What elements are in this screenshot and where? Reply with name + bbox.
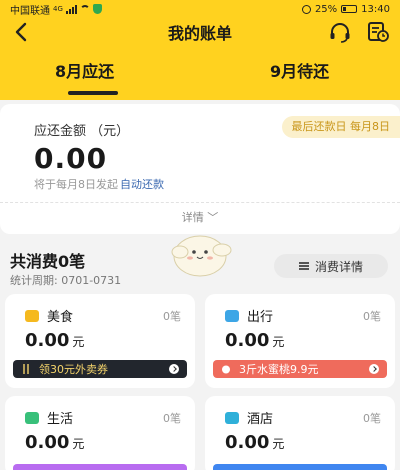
life-icon [25, 411, 39, 424]
category-amount: 0.00 元 [25, 330, 84, 351]
category-amount: 0.00 元 [25, 432, 84, 453]
active-tab-indicator [68, 91, 118, 95]
list-icon [298, 262, 309, 270]
category-amount-unit: 元 [72, 335, 85, 349]
battery-percent: 25% [314, 3, 338, 15]
category-name: 酒店 [247, 412, 274, 427]
chevron-right-icon [169, 364, 179, 374]
wifi-icon [79, 5, 90, 13]
category-card-food[interactable]: 美食 0笔 0.00 元 领30元外卖券 [5, 294, 195, 388]
category-name: 出行 [247, 310, 274, 325]
page-title: 我的账单 [167, 24, 232, 43]
category-count: 0笔 [363, 412, 381, 425]
divider [0, 202, 400, 203]
due-amount-value: 0.00 [34, 142, 108, 175]
category-amount-value: 0.00 [25, 432, 70, 453]
shield-icon [92, 4, 102, 14]
headset-icon[interactable] [328, 21, 352, 43]
promo-text: 3斤水蜜桃9.9元 [239, 363, 319, 376]
cutlery-icon [23, 364, 29, 374]
due-amount-label: 应还金额 （元） [34, 124, 130, 139]
spending-count-title: 共消费0笔 [10, 252, 86, 271]
nav-bar: 我的账单 [0, 18, 400, 46]
category-count: 0笔 [363, 310, 381, 323]
autopay-note: 将于每月8日发起 自动还款 [34, 176, 164, 192]
category-name: 美食 [47, 310, 74, 325]
category-amount-unit: 元 [72, 437, 85, 451]
category-amount-value: 0.00 [25, 330, 70, 351]
category-count: 0笔 [163, 310, 181, 323]
autopay-link[interactable]: 自动还款 [120, 178, 164, 191]
alarm-icon [301, 4, 311, 14]
promo-banner-travel[interactable]: 3斤水蜜桃9.9元 [213, 360, 387, 378]
category-name: 生活 [47, 412, 74, 427]
network-label: 4G [53, 5, 63, 13]
bill-settings-icon[interactable] [366, 21, 390, 43]
category-amount: 0.00 元 [225, 330, 284, 351]
back-arrow-icon[interactable] [10, 20, 34, 44]
repayment-card: 应还金额 （元） 最后还款日 每月8日 0.00 将于每月8日发起 自动还款 详情… [0, 104, 400, 234]
category-amount-value: 0.00 [225, 330, 270, 351]
carrier-label: 中国联通 [10, 5, 50, 17]
autopay-text: 将于每月8日发起 [34, 178, 118, 191]
travel-icon [225, 309, 239, 322]
tab-august[interactable]: 8月应还 [55, 58, 114, 82]
category-amount: 0.00 元 [225, 432, 284, 453]
promo-banner-life[interactable] [13, 464, 187, 470]
deadline-badge: 最后还款日 每月8日 [281, 116, 400, 138]
promo-banner-food[interactable]: 领30元外卖券 [13, 360, 187, 378]
month-tabs: 8月应还 9月待还 [0, 58, 400, 98]
category-card-hotel[interactable]: 酒店 0笔 0.00 元 [205, 396, 395, 470]
category-card-travel[interactable]: 出行 0笔 0.00 元 3斤水蜜桃9.9元 [205, 294, 395, 388]
promo-banner-hotel[interactable] [213, 464, 387, 470]
peach-icon [222, 365, 230, 374]
category-count: 0笔 [163, 412, 181, 425]
status-bar: 中国联通 4G 25% 13:40 [0, 0, 400, 18]
statistics-period: 统计周期: 0701-0731 [10, 274, 122, 287]
food-icon [25, 309, 39, 322]
category-amount-unit: 元 [272, 437, 285, 451]
clock-time: 13:40 [361, 3, 390, 15]
spending-details-label: 消费详情 [314, 259, 363, 274]
chevron-right-icon [369, 364, 379, 374]
tab-september[interactable]: 9月待还 [270, 58, 329, 82]
signal-icon [65, 4, 77, 14]
category-amount-unit: 元 [272, 335, 285, 349]
category-amount-value: 0.00 [225, 432, 270, 453]
battery-icon [341, 5, 358, 13]
hotel-icon [225, 411, 239, 424]
promo-text: 领30元外卖券 [39, 363, 108, 376]
category-card-life[interactable]: 生活 0笔 0.00 元 [5, 396, 195, 470]
mascot-image [171, 235, 232, 277]
spending-details-button[interactable]: 消费详情 [274, 254, 388, 278]
